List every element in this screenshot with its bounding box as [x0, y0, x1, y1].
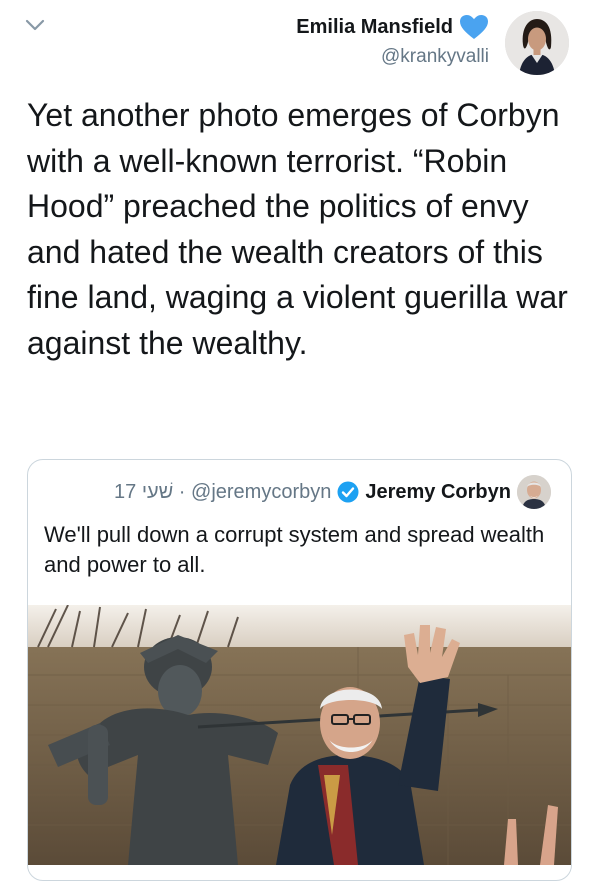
author-name[interactable]: Emilia Mansfield	[296, 16, 453, 39]
quoted-avatar-image	[517, 475, 551, 509]
avatar-portrait-image	[505, 11, 569, 75]
quoted-author-name[interactable]: Jeremy Corbyn	[365, 481, 511, 504]
quoted-tweet-text: We'll pull down a corrupt system and spr…	[44, 522, 545, 577]
quoted-tweet-photo[interactable]	[28, 605, 571, 865]
quoted-tweet-meta: 17 שׁעי · @jeremycorbyn	[114, 480, 332, 503]
author-block[interactable]: Emilia Mansfield @krankyvalli	[296, 14, 489, 68]
quoted-tweet-card[interactable]: 17 שׁעי · @jeremycorbyn Jeremy Corbyn We…	[27, 459, 572, 881]
author-handle[interactable]: @krankyvalli	[296, 46, 489, 68]
avatar[interactable]	[505, 11, 569, 75]
quoted-tweet-header: 17 שׁעי · @jeremycorbyn Jeremy Corbyn	[28, 472, 551, 512]
chevron-down-icon[interactable]	[24, 14, 46, 36]
quoted-avatar[interactable]	[517, 475, 551, 509]
blue-heart-icon	[460, 15, 488, 39]
tweet-text: Yet another photo emerges of Corbyn with…	[27, 97, 568, 361]
verified-badge-icon	[337, 481, 359, 503]
